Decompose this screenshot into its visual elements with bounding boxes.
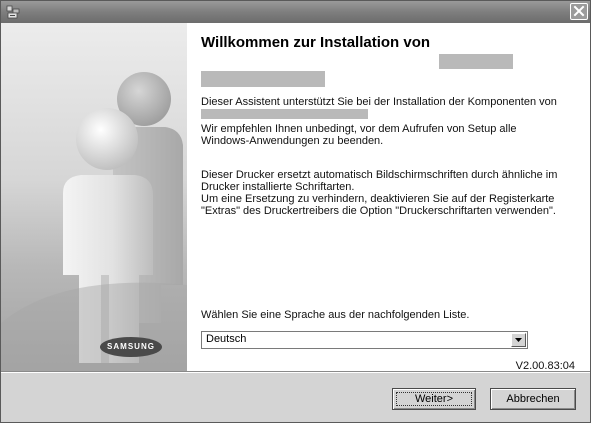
installer-app-icon — [5, 4, 21, 20]
redacted-component-name — [201, 109, 368, 119]
redacted-product-name — [439, 54, 513, 69]
welcome-heading: Willkommen zur Installation von — [201, 34, 431, 51]
people-silhouettes-illustration — [1, 72, 187, 371]
language-dropdown-button[interactable] — [511, 333, 526, 347]
next-button[interactable]: Weiter> — [392, 388, 476, 410]
language-label: Wählen Sie eine Sprache aus der nachfolg… — [201, 309, 470, 321]
font-note-line2: Drucker installierte Schriftarten. — [201, 181, 355, 193]
installer-window: SAMSUNG Willkommen zur Installation von … — [0, 0, 591, 423]
font-note-line3: Um eine Ersetzung zu verhindern, deaktiv… — [201, 193, 555, 205]
font-note-line4: "Extras" des Druckertreibers die Option … — [201, 205, 556, 217]
close-apps-text-line2: Windows-Anwendungen zu beenden. — [201, 135, 384, 147]
cancel-button[interactable]: Abbrechen — [490, 388, 576, 410]
intro-text: Dieser Assistent unterstützt Sie bei der… — [201, 96, 557, 108]
content-panel: Willkommen zur Installation von Dieser A… — [187, 23, 590, 372]
title-bar[interactable] — [1, 1, 590, 23]
language-select[interactable]: Deutsch — [201, 331, 528, 349]
close-apps-text-line1: Wir empfehlen Ihnen unbedingt, vor dem A… — [201, 123, 517, 135]
samsung-logo: SAMSUNG — [99, 336, 163, 358]
focus-rectangle — [396, 392, 472, 406]
button-bar-divider — [1, 371, 590, 373]
redacted-product-name-line2 — [201, 71, 325, 87]
samsung-logo-text: SAMSUNG — [107, 342, 155, 351]
cancel-button-label: Abbrechen — [506, 393, 560, 405]
language-select-value: Deutsch — [206, 333, 247, 345]
font-note-line1: Dieser Drucker ersetzt automatisch Bilds… — [201, 169, 558, 181]
installer-banner: SAMSUNG — [1, 23, 187, 371]
close-button[interactable] — [570, 3, 588, 20]
